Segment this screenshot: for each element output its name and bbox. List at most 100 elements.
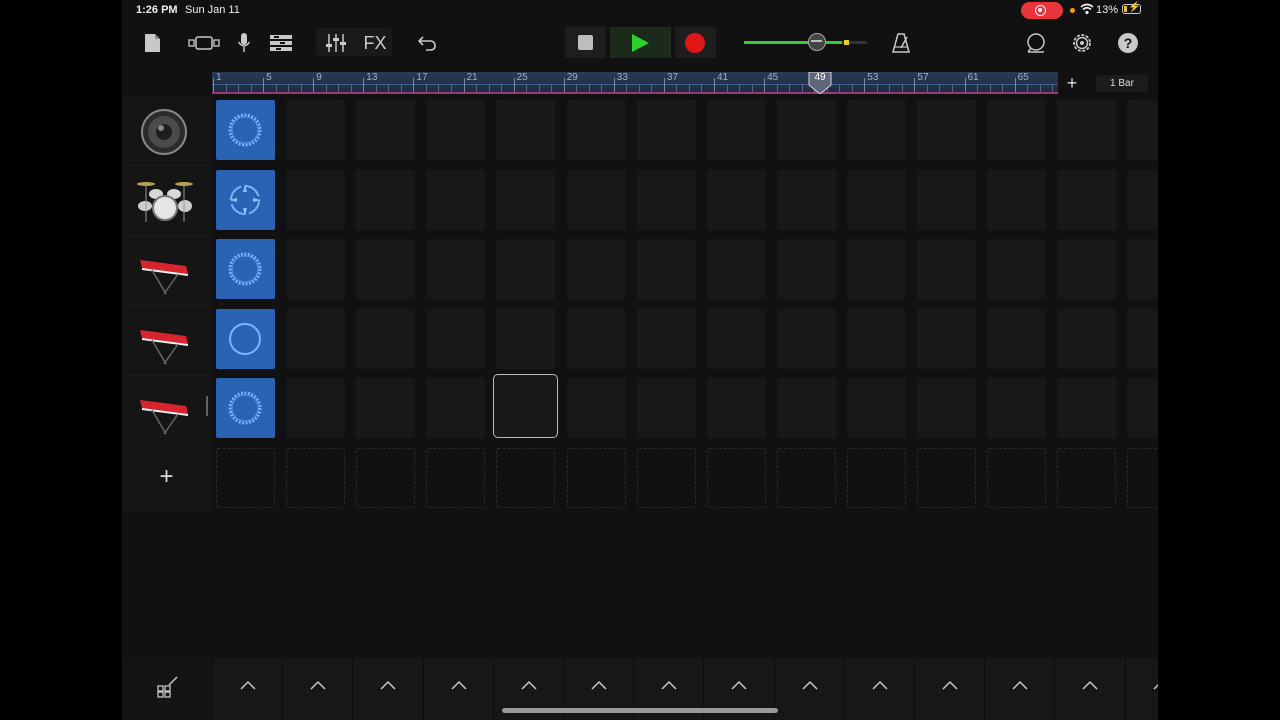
empty-cell[interactable] [917,100,976,160]
empty-cell[interactable] [286,308,346,369]
column-trigger-button[interactable] [843,658,914,720]
track-header-keyboard-3[interactable] [122,376,211,446]
empty-cell[interactable] [426,308,486,369]
empty-cell[interactable] [917,239,976,299]
empty-track-cell[interactable] [987,447,1047,508]
empty-cell[interactable] [917,169,976,230]
empty-cell[interactable] [776,100,836,160]
track-header-keyboard-1[interactable] [122,236,211,306]
add-track-button[interactable]: + [122,444,211,512]
loop-cell[interactable] [216,169,275,230]
tracks-view-button[interactable] [268,32,294,54]
empty-cell[interactable] [636,378,696,438]
empty-cell[interactable] [776,239,836,299]
empty-cell[interactable] [776,169,836,230]
empty-cell[interactable] [1057,378,1117,438]
empty-cell[interactable] [987,378,1047,438]
empty-cell[interactable] [706,100,766,160]
empty-cell[interactable] [776,378,836,438]
empty-cell[interactable] [496,100,556,160]
empty-cell[interactable] [987,169,1047,230]
empty-cell[interactable] [286,100,346,160]
column-trigger-button[interactable] [1054,658,1125,720]
empty-cell[interactable] [846,169,906,230]
empty-cell[interactable] [356,169,416,230]
empty-track-cell[interactable] [846,447,906,508]
empty-cell[interactable] [1127,308,1158,369]
empty-cell[interactable] [1057,169,1117,230]
empty-cell[interactable] [356,239,416,299]
empty-cell[interactable] [1127,378,1158,438]
column-trigger-button[interactable] [422,658,493,720]
empty-cell[interactable] [496,308,556,369]
empty-cell[interactable] [566,169,626,230]
empty-cell[interactable] [706,239,766,299]
empty-cell[interactable] [496,169,556,230]
empty-cell[interactable] [286,239,346,299]
loop-browser-button[interactable] [1025,32,1047,54]
empty-cell[interactable] [987,308,1047,369]
empty-track-cell[interactable] [636,447,696,508]
empty-cell[interactable] [426,378,486,438]
empty-track-cell[interactable] [1057,447,1117,508]
empty-cell[interactable] [636,100,696,160]
empty-cell[interactable] [636,169,696,230]
empty-cell[interactable] [1127,169,1158,230]
selected-cell[interactable] [493,374,559,438]
empty-cell[interactable] [706,378,766,438]
empty-cell[interactable] [636,308,696,369]
column-trigger-button[interactable] [984,658,1055,720]
empty-cell[interactable] [1127,239,1158,299]
add-section-button[interactable]: + [1064,73,1080,93]
empty-cell[interactable] [356,378,416,438]
column-trigger-button[interactable] [212,658,282,720]
empty-cell[interactable] [987,239,1047,299]
record-button[interactable] [675,27,716,58]
track-column-resize-handle[interactable] [206,396,208,416]
empty-cell[interactable] [917,378,976,438]
microphone-button[interactable] [234,31,254,55]
empty-cell[interactable] [846,308,906,369]
empty-cell[interactable] [566,308,626,369]
timeline-ruler[interactable]: 1 5 9 13 17 21 25 29 33 37 41 45 49 53 57 61 65 [212,72,1058,94]
empty-track-cell[interactable] [1127,447,1158,508]
screen-recording-indicator[interactable] [1021,2,1063,19]
column-trigger-button[interactable] [914,658,984,720]
empty-cell[interactable] [917,308,976,369]
edit-grid-icon[interactable] [157,676,179,698]
empty-cell[interactable] [566,378,626,438]
view-toggle-button[interactable] [188,32,220,54]
empty-cell[interactable] [846,100,906,160]
column-trigger-button[interactable] [282,658,353,720]
empty-cell[interactable] [1057,100,1117,160]
home-indicator[interactable] [502,708,778,713]
play-button[interactable] [610,27,671,58]
loop-cell[interactable] [216,100,275,160]
help-button[interactable]: ? [1117,32,1139,54]
track-header-keyboard-2[interactable] [122,306,211,376]
empty-track-cell[interactable] [356,447,416,508]
settings-button[interactable] [1071,32,1093,54]
empty-cell[interactable] [846,239,906,299]
column-trigger-button[interactable] [773,658,844,720]
metronome-button[interactable] [890,32,912,54]
empty-cell[interactable] [426,169,486,230]
empty-cell[interactable] [356,308,416,369]
track-header-drums[interactable] [122,166,211,236]
empty-track-cell[interactable] [216,447,275,508]
empty-cell[interactable] [286,169,346,230]
empty-cell[interactable] [987,100,1047,160]
empty-cell[interactable] [1057,308,1117,369]
empty-track-cell[interactable] [286,447,346,508]
stop-button[interactable] [565,27,606,58]
master-volume-track[interactable] [744,41,842,44]
empty-track-cell[interactable] [566,447,626,508]
column-trigger-button[interactable] [352,658,423,720]
empty-track-cell[interactable] [917,447,976,508]
empty-cell[interactable] [776,308,836,369]
empty-track-cell[interactable] [426,447,486,508]
master-volume-knob[interactable] [808,33,826,51]
fx-button[interactable]: FX [362,31,388,55]
empty-cell[interactable] [286,378,346,438]
empty-cell[interactable] [706,308,766,369]
